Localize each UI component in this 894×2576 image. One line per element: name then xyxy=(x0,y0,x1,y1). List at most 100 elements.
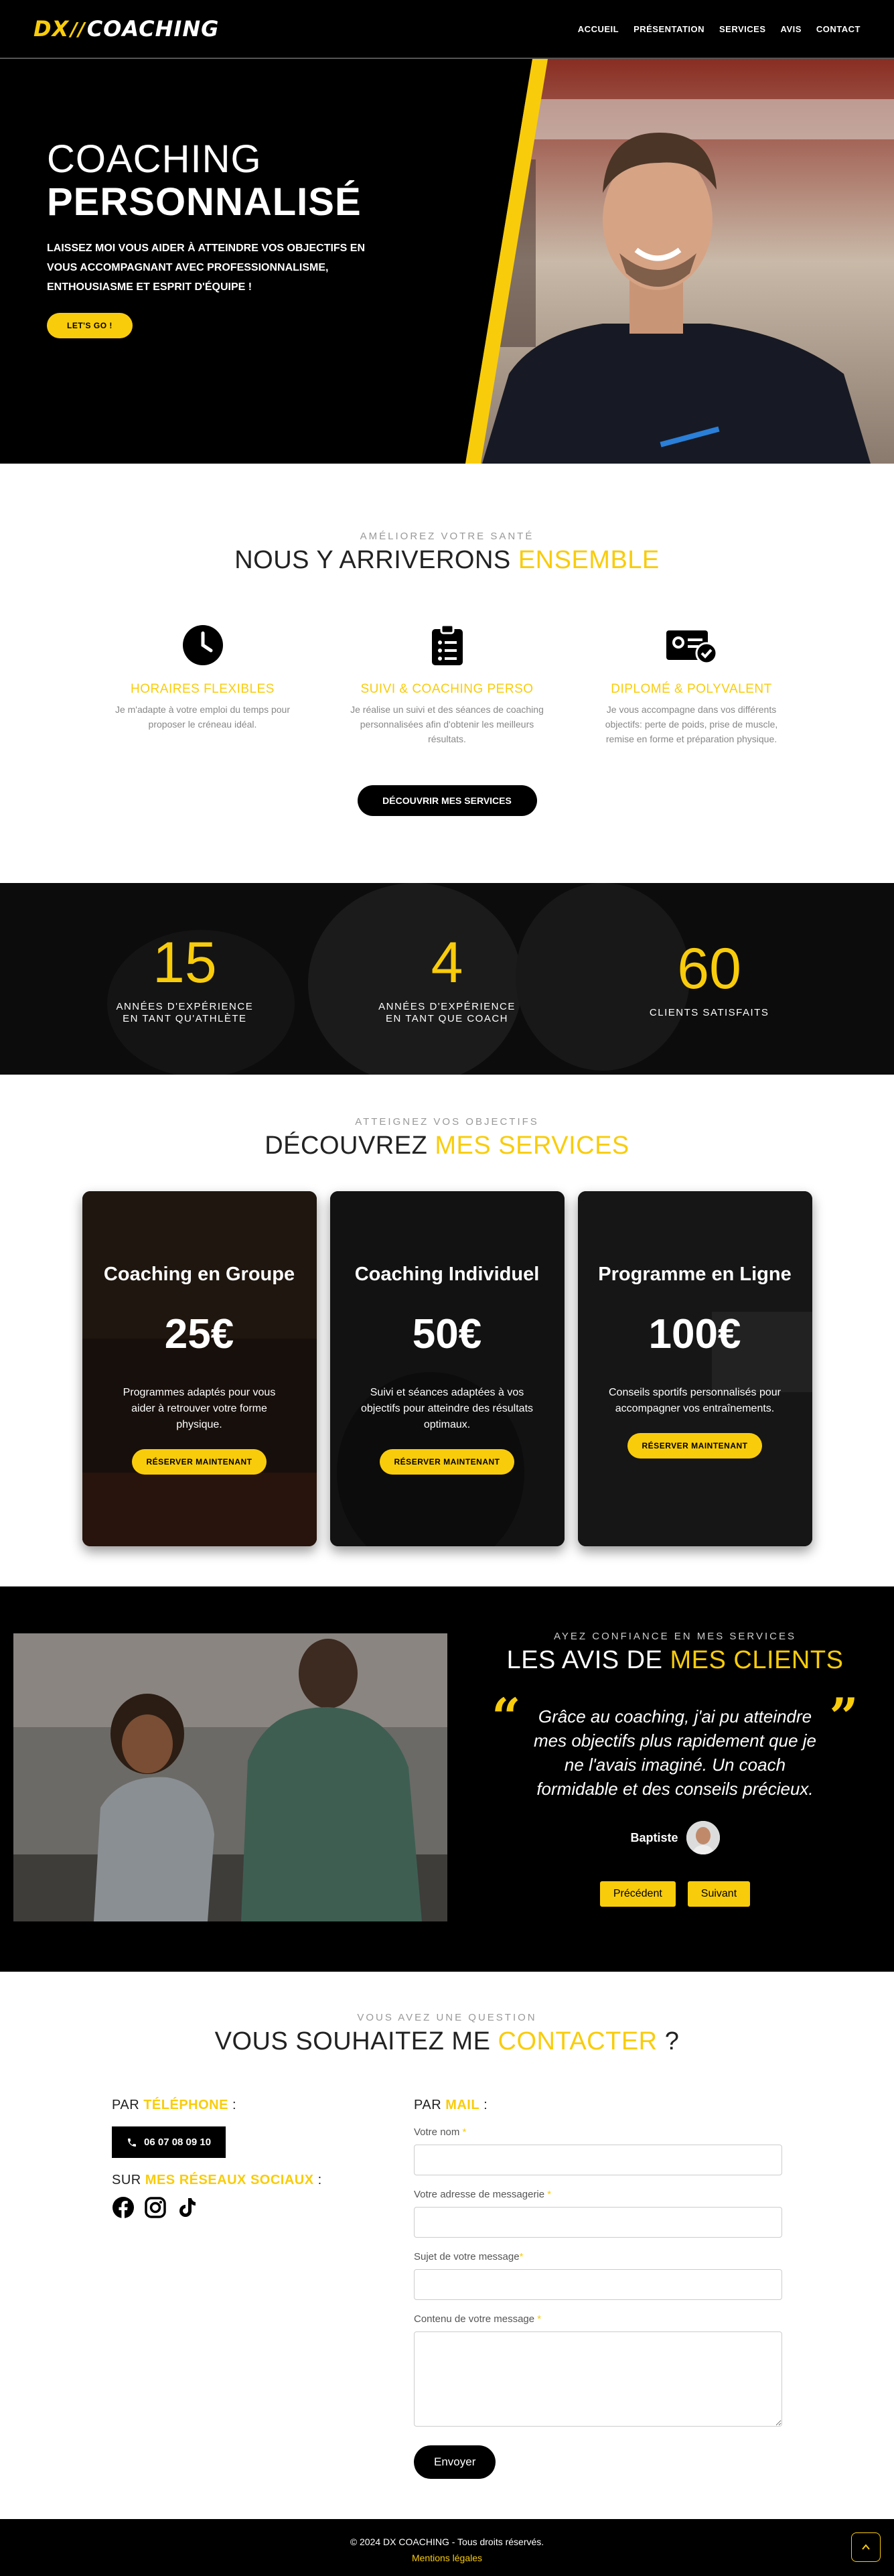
hero-title-bold: PERSONNALISÉ xyxy=(47,180,362,224)
stat-label: CLIENTS SATISFAITS xyxy=(615,1007,803,1019)
open-quote-icon: “ xyxy=(492,1687,521,1747)
subject-field: Sujet de votre message* xyxy=(414,2251,782,2300)
nav-avis[interactable]: AVIS xyxy=(781,24,802,34)
subject-input[interactable] xyxy=(414,2269,782,2300)
send-button[interactable]: Envoyer xyxy=(414,2445,496,2479)
contact-title-accent: CONTACTER xyxy=(498,2027,658,2055)
nav-presentation[interactable]: PRÉSENTATION xyxy=(634,24,704,34)
subject-label: Sujet de votre message* xyxy=(414,2251,782,2262)
site-header: DX // COACHING ACCUEIL PRÉSENTATION SERV… xyxy=(0,0,894,59)
testimonial: “ ” Grâce au coaching, j'ai pu atteindre… xyxy=(492,1687,859,1854)
name-label: Votre nom * xyxy=(414,2126,782,2138)
stat-label: ANNÉES D'EXPÉRIENCE EN TANT QUE COACH xyxy=(353,1001,540,1025)
certificate-icon xyxy=(593,623,790,667)
training-session-photo xyxy=(13,1633,447,1921)
feature-title: DIPLOMÉ & POLYVALENT xyxy=(611,682,772,696)
stat-label-line1: CLIENTS SATISFAITS xyxy=(649,1007,769,1018)
facebook-icon[interactable] xyxy=(112,2196,135,2219)
instagram-icon[interactable] xyxy=(144,2196,167,2219)
services-kicker: ATTEIGNEZ VOS OBJECTIFS xyxy=(355,1116,539,1128)
tiktok-icon[interactable] xyxy=(176,2196,199,2219)
email-label-text: Votre adresse de messagerie xyxy=(414,2189,545,2200)
phone-button[interactable]: 06 07 08 09 10 xyxy=(112,2126,226,2158)
book-now-button[interactable]: RÉSERVER MAINTENANT xyxy=(627,1433,763,1459)
avatar xyxy=(686,1821,720,1854)
required-mark: * xyxy=(537,2313,542,2325)
back-to-top-button[interactable] xyxy=(851,2532,881,2562)
card-content: Coaching en Groupe 25€ Programmes adapté… xyxy=(82,1191,317,1546)
contact-title-main: VOUS SOUHAITEZ ME xyxy=(214,2027,491,2055)
subject-label-text: Sujet de votre message xyxy=(414,2251,520,2262)
nav-services[interactable]: SERVICES xyxy=(719,24,766,34)
contact-section: VOUS AVEZ UNE QUESTION VOUS SOUHAITEZ ME… xyxy=(0,1972,894,2519)
legal-notice-link[interactable]: Mentions légales xyxy=(0,2553,894,2563)
logo-dx: DX xyxy=(33,16,70,42)
social-heading: SUR MES RÉSEAUX SOCIAUX : xyxy=(112,2173,414,2188)
card-content: Programme en Ligne 100€ Conseils sportif… xyxy=(578,1191,812,1546)
mail-heading: PAR MAIL : xyxy=(414,2098,782,2113)
book-now-button[interactable]: RÉSERVER MAINTENANT xyxy=(131,1449,267,1475)
nav-accueil[interactable]: ACCUEIL xyxy=(578,24,619,34)
features-row: HORAIRES FLEXIBLES Je m'adapte à votre e… xyxy=(0,623,894,746)
feature-title: HORAIRES FLEXIBLES xyxy=(131,682,275,696)
card-title: Coaching en Groupe xyxy=(103,1264,295,1285)
reviews-title-main: LES AVIS DE xyxy=(506,1646,663,1674)
lets-go-button[interactable]: LET'S GO ! xyxy=(47,313,133,338)
required-mark: * xyxy=(462,2126,467,2138)
nav-contact[interactable]: CONTACT xyxy=(816,24,861,34)
feature-coaching-follow-up: SUIVI & COACHING PERSO Je réalise un sui… xyxy=(348,623,546,746)
feature-text: Je réalise un suivi et des séances de co… xyxy=(350,704,544,744)
name-input[interactable] xyxy=(414,2145,782,2175)
stat-label-line1: ANNÉES D'EXPÉRIENCE xyxy=(378,1001,516,1012)
stat-value: 60 xyxy=(677,937,741,1001)
social-heading-accent: MES RÉSEAUX SOCIAUX xyxy=(145,2173,314,2187)
hero-section: COACHING PERSONNALISÉ LAISSEZ MOI VOUS A… xyxy=(0,59,894,464)
phone-heading-accent: TÉLÉPHONE xyxy=(143,2098,228,2112)
close-quote-icon: ” xyxy=(829,1687,859,1747)
hero-text: COACHING PERSONNALISÉ LAISSEZ MOI VOUS A… xyxy=(47,138,395,338)
services-title: DÉCOUVREZ MES SERVICES xyxy=(0,1132,894,1160)
card-title: Coaching Individuel xyxy=(354,1264,540,1285)
discover-services-button[interactable]: DÉCOUVRIR MES SERVICES xyxy=(357,785,537,816)
stats-row: 15 ANNÉES D'EXPÉRIENCE EN TANT QU'ATHLÈTE… xyxy=(0,883,894,1075)
clipboard-list-icon xyxy=(348,623,546,667)
logo-slash-icon: // xyxy=(70,17,86,40)
author-name: Baptiste xyxy=(630,1830,678,1844)
message-textarea[interactable] xyxy=(414,2331,782,2427)
stat-label-line2: EN TANT QU'ATHLÈTE xyxy=(123,1013,247,1024)
previous-button[interactable]: Précédent xyxy=(599,1881,676,1907)
reviews-title: LES AVIS DE MES CLIENTS xyxy=(494,1646,856,1675)
required-mark: * xyxy=(547,2189,552,2200)
name-field: Votre nom * xyxy=(414,2126,782,2175)
email-input[interactable] xyxy=(414,2207,782,2238)
service-card-online: Programme en Ligne 100€ Conseils sportif… xyxy=(577,1191,812,1546)
reviews-content: AYEZ CONFIANCE EN MES SERVICES LES AVIS … xyxy=(492,1631,859,1907)
contact-direct: PAR TÉLÉPHONE : 06 07 08 09 10 SUR MES R… xyxy=(112,2098,414,2479)
reviews-kicker: AYEZ CONFIANCE EN MES SERVICES xyxy=(554,1631,796,1642)
main-nav: ACCUEIL PRÉSENTATION SERVICES AVIS CONTA… xyxy=(578,24,861,34)
services-section: ATTEIGNEZ VOS OBJECTIFS DÉCOUVREZ MES SE… xyxy=(0,1075,894,1586)
hero-title-light: COACHING xyxy=(47,137,262,181)
copyright: © 2024 DX COACHING - Tous droits réservé… xyxy=(350,2536,544,2547)
phone-icon xyxy=(128,2138,136,2147)
message-label-text: Contenu de votre message xyxy=(414,2313,535,2325)
name-label-text: Votre nom xyxy=(414,2126,460,2138)
card-text: Conseils sportifs personnalisés pour acc… xyxy=(608,1387,781,1414)
social-heading-prefix: SUR xyxy=(112,2173,141,2187)
service-card-group: Coaching en Groupe 25€ Programmes adapté… xyxy=(82,1191,317,1546)
card-price: 25€ xyxy=(164,1311,234,1357)
services-title-main: DÉCOUVREZ xyxy=(265,1132,428,1160)
next-button[interactable]: Suivant xyxy=(687,1881,751,1907)
services-title-accent: MES SERVICES xyxy=(435,1132,629,1160)
feature-title: SUIVI & COACHING PERSO xyxy=(360,682,534,696)
message-field: Contenu de votre message * xyxy=(414,2313,782,2427)
card-title: Programme en Ligne xyxy=(598,1264,792,1285)
card-text: Programmes adaptés pour vous aider à ret… xyxy=(123,1387,276,1430)
stat-label: ANNÉES D'EXPÉRIENCE EN TANT QU'ATHLÈTE xyxy=(91,1001,279,1025)
testimonial-navigation: Précédent Suivant xyxy=(494,1881,856,1907)
logo[interactable]: DX // COACHING xyxy=(33,16,219,42)
feature-text: Je vous accompagne dans vos différents o… xyxy=(605,704,778,744)
contact-kicker: VOUS AVEZ UNE QUESTION xyxy=(357,2012,537,2023)
stat-coach-years: 4 ANNÉES D'EXPÉRIENCE EN TANT QUE COACH xyxy=(353,933,540,1025)
book-now-button[interactable]: RÉSERVER MAINTENANT xyxy=(379,1449,515,1475)
